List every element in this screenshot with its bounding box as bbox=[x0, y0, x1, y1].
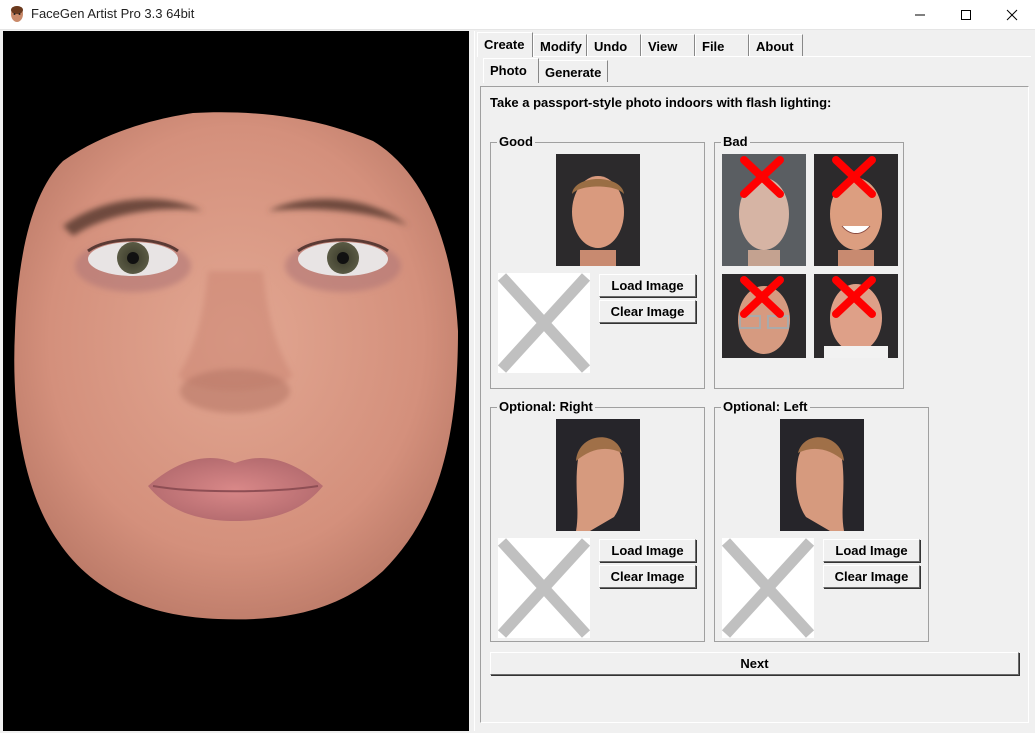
bad-example-photo-2 bbox=[814, 154, 898, 266]
window-title: FaceGen Artist Pro 3.3 64bit bbox=[31, 6, 195, 21]
good-group-label: Good bbox=[497, 134, 535, 149]
maximize-button[interactable] bbox=[943, 0, 989, 29]
optional-left-label: Optional: Left bbox=[721, 399, 810, 414]
close-button[interactable] bbox=[989, 0, 1035, 29]
left-profile-example-photo bbox=[780, 419, 864, 531]
tab-divider bbox=[477, 56, 1031, 57]
tab-view[interactable]: View bbox=[641, 34, 695, 56]
left-load-image-button[interactable]: Load Image bbox=[823, 539, 920, 562]
instruction-text: Take a passport-style photo indoors with… bbox=[490, 95, 832, 110]
right-profile-example-photo bbox=[556, 419, 640, 531]
tab-generate[interactable]: Generate bbox=[538, 60, 608, 82]
good-clear-image-button[interactable]: Clear Image bbox=[599, 300, 696, 323]
tab-create[interactable]: Create bbox=[477, 32, 533, 57]
bad-example-photo-1 bbox=[722, 154, 806, 266]
bad-example-photo-4 bbox=[814, 274, 898, 386]
left-clear-image-button[interactable]: Clear Image bbox=[823, 565, 920, 588]
good-image-placeholder bbox=[497, 273, 591, 373]
close-icon bbox=[1006, 9, 1018, 20]
right-load-image-button[interactable]: Load Image bbox=[599, 539, 696, 562]
optional-left-group: Optional: Left Load Image Clear Image bbox=[714, 399, 929, 642]
good-load-image-button[interactable]: Load Image bbox=[599, 274, 696, 297]
right-clear-image-button[interactable]: Clear Image bbox=[599, 565, 696, 588]
tab-photo[interactable]: Photo bbox=[483, 58, 539, 83]
title-bar: FaceGen Artist Pro 3.3 64bit bbox=[0, 0, 1035, 30]
good-photo-group: Good Load Image Clear Image bbox=[490, 134, 705, 389]
left-image-placeholder bbox=[721, 538, 815, 638]
maximize-icon bbox=[961, 9, 971, 20]
next-button[interactable]: Next bbox=[490, 652, 1019, 675]
minimize-button[interactable] bbox=[897, 0, 943, 29]
bad-example-photo-3 bbox=[722, 274, 806, 386]
bad-photo-group: Bad bbox=[714, 134, 904, 389]
tab-modify[interactable]: Modify bbox=[533, 34, 587, 56]
tab-undo[interactable]: Undo bbox=[587, 34, 641, 56]
control-panel: Create Modify Undo View File About Photo… bbox=[474, 31, 1033, 731]
right-image-placeholder bbox=[497, 538, 591, 638]
minimize-icon bbox=[915, 14, 925, 15]
app-icon bbox=[11, 6, 23, 22]
tab-file[interactable]: File bbox=[695, 34, 749, 56]
face-render bbox=[14, 112, 459, 620]
good-example-photo bbox=[556, 154, 640, 266]
tab-about[interactable]: About bbox=[749, 34, 803, 56]
optional-right-label: Optional: Right bbox=[497, 399, 595, 414]
bad-group-label: Bad bbox=[721, 134, 750, 149]
face-3d-viewport[interactable] bbox=[3, 31, 469, 731]
optional-right-group: Optional: Right Load Image Clear Image bbox=[490, 399, 705, 642]
